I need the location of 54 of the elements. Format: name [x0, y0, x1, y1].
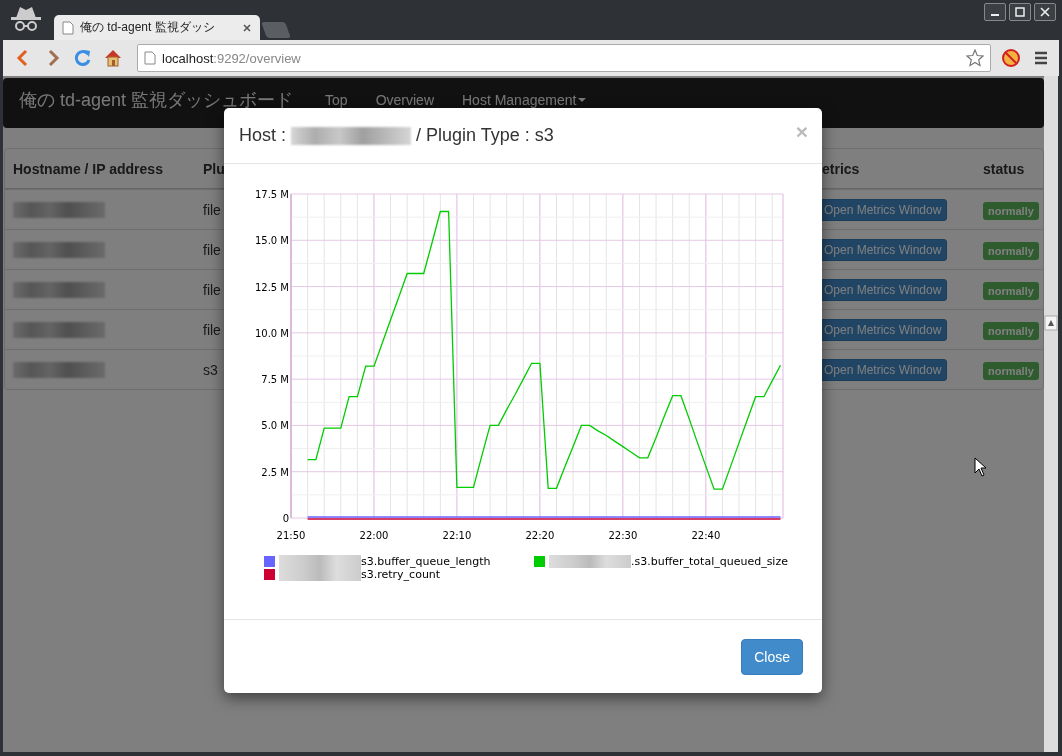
status-label: normally — [983, 241, 1039, 260]
cursor-icon — [974, 457, 988, 477]
status-label: normally — [983, 321, 1039, 340]
x-tick-label: 22:40 — [691, 530, 721, 541]
brand-link[interactable]: 俺の td-agent 監視ダッシュボード — [19, 90, 294, 110]
legend-label: s3.retry_count — [279, 568, 441, 581]
y-tick-label: 10.0 M — [254, 327, 289, 339]
page-icon — [62, 20, 74, 35]
x-tick-label: 22:20 — [525, 530, 555, 541]
y-tick-label: 0 — [282, 513, 289, 524]
nav-link[interactable]: Top — [325, 90, 348, 110]
close-button[interactable]: Close — [741, 638, 803, 675]
nav-link[interactable]: Overview — [375, 90, 434, 110]
browser-tab[interactable]: 俺の td-agent 監視ダッシ — [54, 15, 260, 40]
table-cell: file — [203, 321, 221, 338]
x-tick-label: 22:00 — [359, 530, 389, 541]
table-cell: file — [203, 201, 221, 218]
column-header: status — [982, 160, 1026, 177]
url-text: localhost:9292/overview — [162, 50, 302, 66]
table-cell: file — [203, 281, 221, 298]
table-cell: s3 — [203, 361, 218, 378]
x-tick-label: 21:50 — [276, 530, 306, 541]
close-icon[interactable] — [242, 22, 252, 33]
close-button[interactable]: × — [795, 120, 808, 144]
y-tick-label: 2.5 M — [261, 466, 289, 478]
status-label: normally — [983, 281, 1039, 300]
column-header: etrics — [821, 160, 861, 177]
y-tick-label: 7.5 M — [261, 374, 289, 386]
y-tick-label: 5.0 M — [261, 420, 289, 432]
legend-label: .s3.buffer_total_queued_size — [549, 555, 788, 568]
x-tick-label: 22:30 — [608, 530, 638, 541]
scrollbar[interactable] — [1044, 76, 1058, 752]
column-header: Plu — [202, 160, 226, 177]
y-tick-label: 15.0 M — [254, 235, 289, 247]
reload-icon[interactable] — [73, 48, 93, 68]
y-tick-label: 17.5 M — [254, 189, 289, 200]
status-label: normally — [983, 201, 1039, 220]
address-bar[interactable]: localhost:9292/overview — [137, 44, 991, 72]
nav-link[interactable]: Host Management — [462, 90, 587, 110]
star-icon[interactable] — [966, 49, 984, 67]
y-tick-label: 12.5 M — [254, 281, 289, 293]
table-cell: file — [203, 241, 221, 258]
modal-title: Host : — [239, 125, 286, 146]
maximize-icon[interactable] — [1013, 6, 1027, 18]
column-header: Hostname / IP address — [12, 160, 164, 177]
tab-title: 俺の td-agent 監視ダッシ — [80, 19, 216, 36]
x-tick-label: 22:10 — [442, 530, 472, 541]
close-icon[interactable] — [1038, 6, 1052, 18]
page-icon — [144, 51, 156, 65]
status-label: normally — [983, 361, 1039, 380]
home-icon[interactable] — [103, 48, 123, 68]
modal-title: / Plugin Type : s3 — [416, 125, 554, 146]
legend-label: s3.buffer_queue_length — [279, 555, 491, 568]
incognito-icon — [8, 4, 44, 34]
